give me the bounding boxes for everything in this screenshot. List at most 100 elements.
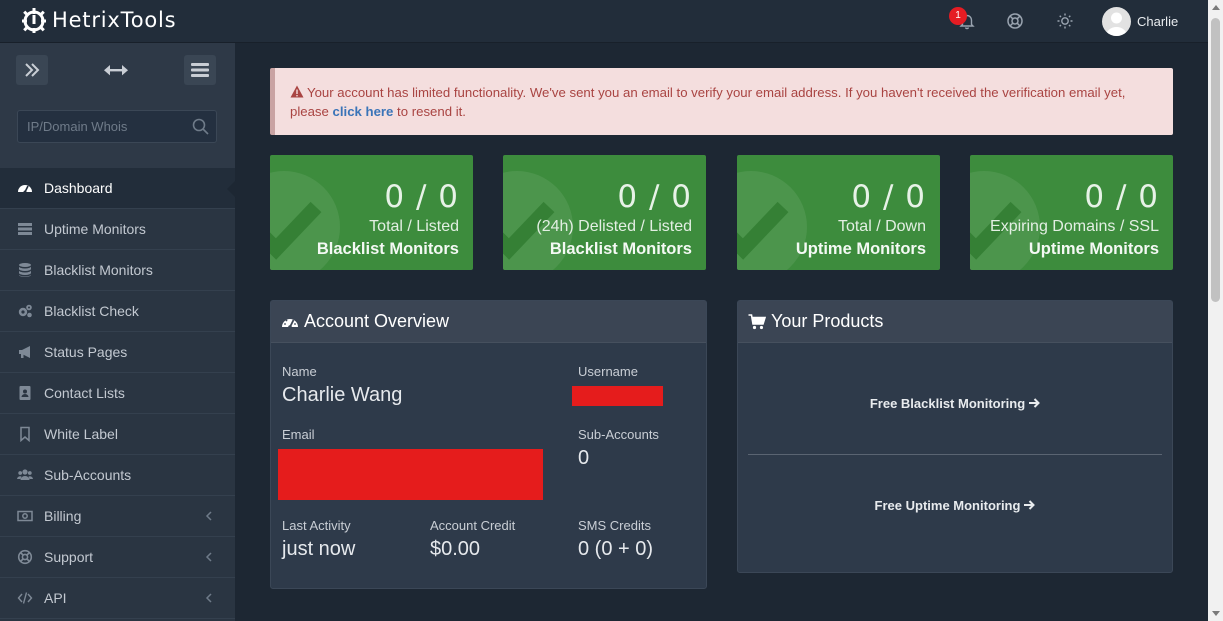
your-products-header: Your Products [738, 301, 1172, 343]
stat-card-uptime-down[interactable]: 0 / 0 Total / Down Uptime Monitors [737, 155, 940, 270]
bullhorn-icon [16, 343, 34, 361]
sidebar-tools [0, 43, 235, 168]
notification-badge: 1 [949, 7, 967, 25]
sidebar-item-uptime-monitors[interactable]: Uptime Monitors [0, 209, 235, 250]
toggle-width-button[interactable] [100, 55, 132, 85]
sidebar-item-api[interactable]: API [0, 578, 235, 619]
sidebar-item-label: Uptime Monitors [44, 221, 146, 237]
code-icon [16, 589, 34, 607]
account-overview-panel: Account Overview Name Charlie Wang Usern… [270, 300, 707, 589]
subaccounts-value: 0 [578, 447, 590, 469]
sidebar-item-label: Dashboard [44, 180, 113, 196]
sidebar-item-label: Blacklist Monitors [44, 262, 153, 278]
support-button[interactable] [1003, 9, 1027, 33]
stat-subtitle: Total / Listed [369, 218, 459, 235]
page-scrollbar[interactable] [1208, 0, 1223, 621]
search-icon[interactable] [192, 118, 209, 135]
chevron-left-icon [205, 593, 212, 603]
arrows-horizontal-icon [104, 65, 128, 76]
stat-subtitle: Total / Down [837, 218, 926, 235]
stat-type: Uptime Monitors [1028, 240, 1159, 258]
user-silhouette-icon [1106, 12, 1127, 36]
verification-alert: Your account has limited functionality. … [270, 68, 1173, 135]
life-ring-icon [1007, 13, 1023, 29]
sidebar-item-blacklist-monitors[interactable]: Blacklist Monitors [0, 250, 235, 291]
theme-toggle-button[interactable] [1053, 9, 1077, 33]
sidebar-item-support[interactable]: Support [0, 537, 235, 578]
stat-card-blacklist-listed[interactable]: 0 / 0 Total / Listed Blacklist Monitors [270, 155, 473, 270]
stat-type: Uptime Monitors [795, 240, 926, 258]
sidebar-item-label: Billing [44, 508, 82, 524]
user-name[interactable]: Charlie [1137, 14, 1178, 29]
alert-text-end: to resend it. [393, 104, 466, 119]
warning-icon [290, 85, 304, 98]
arrow-right-icon [1024, 500, 1036, 510]
chevron-left-icon [205, 552, 212, 562]
name-label: Name [282, 364, 317, 379]
dashboard-icon [282, 318, 298, 329]
scroll-up-arrow[interactable] [1211, 5, 1220, 10]
sidebar: Dashboard Uptime Monitors Blacklist Moni… [0, 43, 236, 621]
database-icon [16, 261, 34, 279]
free-uptime-monitoring-link[interactable]: Free Uptime Monitoring [738, 498, 1172, 513]
contact-book-icon [16, 384, 34, 402]
product-label: Free Blacklist Monitoring [869, 396, 1026, 411]
stat-value: 0 / 0 [617, 179, 692, 215]
panel-title: Account Overview [304, 311, 450, 331]
logo-text: HetrixTools [52, 8, 177, 32]
list-icon [16, 220, 34, 238]
your-products-panel: Your Products Free Blacklist Monitoring … [737, 300, 1173, 573]
sidebar-item-blacklist-check[interactable]: Blacklist Check [0, 291, 235, 332]
user-avatar[interactable] [1102, 7, 1131, 36]
logo[interactable]: HetrixTools [20, 6, 176, 34]
sms-credits-label: SMS Credits [578, 518, 651, 533]
chevron-left-icon [205, 511, 212, 521]
username-redaction [572, 386, 663, 406]
sidebar-item-contact-lists[interactable]: Contact Lists [0, 373, 235, 414]
money-icon [16, 507, 34, 525]
logo-gear-icon [22, 8, 46, 33]
sidebar-item-label: API [44, 590, 67, 606]
resend-email-link[interactable]: click here [333, 104, 394, 119]
last-activity-value: just now [282, 538, 356, 560]
sidebar-item-sub-accounts[interactable]: Sub-Accounts [0, 455, 235, 496]
stat-card-uptime-expiring[interactable]: 0 / 0 Expiring Domains / SSL Uptime Moni… [970, 155, 1173, 270]
stat-subtitle: Expiring Domains / SSL [990, 218, 1159, 235]
sms-credits-value: 0 (0 + 0) [578, 538, 654, 560]
name-value: Charlie Wang [282, 384, 403, 406]
products-divider [748, 454, 1162, 455]
dashboard-icon [16, 179, 34, 197]
email-redaction [278, 449, 543, 500]
sidebar-item-status-pages[interactable]: Status Pages [0, 332, 235, 373]
sidebar-item-white-label[interactable]: White Label [0, 414, 235, 455]
double-chevron-right-icon [25, 63, 40, 77]
expand-sidebar-button[interactable] [16, 55, 48, 85]
stat-subtitle: (24h) Delisted / Listed [536, 218, 692, 235]
sidebar-menu: Dashboard Uptime Monitors Blacklist Moni… [0, 168, 236, 619]
free-blacklist-monitoring-link[interactable]: Free Blacklist Monitoring [738, 396, 1172, 411]
sidebar-item-billing[interactable]: Billing [0, 496, 235, 537]
last-activity-label: Last Activity [282, 518, 351, 533]
bookmark-icon [16, 425, 34, 443]
account-overview-header: Account Overview [271, 301, 706, 343]
sidebar-item-label: Sub-Accounts [44, 467, 132, 483]
sidebar-item-label: Support [44, 549, 94, 565]
stat-value: 0 / 0 [851, 179, 926, 215]
email-label: Email [282, 427, 315, 442]
hamburger-menu-icon [191, 63, 209, 77]
menu-toggle-button[interactable] [184, 55, 216, 85]
scroll-thumb[interactable] [1211, 18, 1220, 302]
users-icon [16, 466, 34, 484]
stat-type: Blacklist Monitors [316, 240, 459, 258]
whois-search-input[interactable] [18, 111, 188, 142]
sidebar-item-dashboard[interactable]: Dashboard [0, 168, 236, 209]
scroll-down-arrow[interactable] [1211, 611, 1220, 616]
username-label: Username [578, 364, 638, 379]
account-credit-value: $0.00 [430, 538, 481, 560]
stat-value: 0 / 0 [384, 179, 459, 215]
panel-title: Your Products [771, 311, 884, 331]
product-label: Free Uptime Monitoring [874, 498, 1021, 513]
sidebar-item-label: Status Pages [44, 344, 128, 360]
stat-card-blacklist-delisted[interactable]: 0 / 0 (24h) Delisted / Listed Blacklist … [503, 155, 706, 270]
shopping-cart-icon [748, 313, 766, 329]
